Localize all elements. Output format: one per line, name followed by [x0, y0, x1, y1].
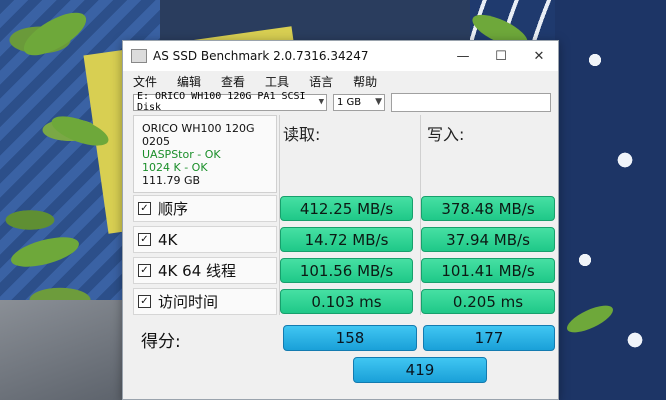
drive-select-value: E: ORICO WH100 120G PA1 SCSI Disk	[137, 91, 306, 113]
as-ssd-window: AS SSD Benchmark 2.0.7316.34247 — ☐ ✕ 文件…	[122, 40, 559, 400]
drive-capacity: 111.79 GB	[142, 174, 201, 187]
4k-read-value: 14.72 MB/s	[280, 227, 413, 252]
seq-write-value: 378.48 MB/s	[421, 196, 555, 221]
alignment-status: 1024 K - OK	[142, 161, 208, 174]
drive-firmware: 0205	[142, 135, 170, 148]
menu-file[interactable]: 文件	[133, 73, 157, 90]
minimize-button[interactable]: —	[444, 41, 482, 71]
drive-select[interactable]: E: ORICO WH100 120G PA1 SCSI Disk ▼	[133, 91, 327, 113]
title-bar[interactable]: AS SSD Benchmark 2.0.7316.34247 — ☐ ✕	[123, 41, 558, 71]
score-label: 得分:	[141, 332, 181, 352]
4k64-write-value: 101.41 MB/s	[421, 258, 555, 283]
close-button[interactable]: ✕	[520, 41, 558, 71]
seq-read-value: 412.25 MB/s	[280, 196, 413, 221]
row-4k-64[interactable]: ✓ 4K 64 线程	[133, 257, 277, 284]
menu-help[interactable]: 帮助	[353, 73, 377, 90]
menu-language[interactable]: 语言	[309, 73, 333, 90]
write-header: 写入:	[427, 125, 465, 144]
total-score: 419	[353, 357, 487, 383]
background-fabric-pattern	[555, 0, 666, 400]
row-label: 顺序	[158, 200, 189, 218]
4k-write-value: 37.94 MB/s	[421, 227, 555, 252]
menu-view[interactable]: 查看	[221, 73, 245, 90]
row-label: 4K 64 线程	[158, 262, 237, 280]
read-score: 158	[283, 325, 417, 351]
write-score: 177	[423, 325, 555, 351]
toolbar: E: ORICO WH100 120G PA1 SCSI Disk ▼ 1 GB…	[123, 91, 558, 113]
row-label: 访问时间	[158, 293, 219, 311]
drive-info: ORICO WH100 120G 0205 UASPStor - OK 1024…	[133, 115, 277, 193]
menu-tools[interactable]: 工具	[265, 73, 289, 90]
maximize-button[interactable]: ☐	[482, 41, 520, 71]
drive-model: ORICO WH100 120G	[142, 122, 255, 135]
row-label: 4K	[158, 230, 178, 249]
size-select[interactable]: 1 GB ▼	[333, 93, 385, 111]
checkbox-checked-icon[interactable]: ✓	[138, 295, 151, 308]
status-field	[391, 92, 551, 112]
4k64-read-value: 101.56 MB/s	[280, 258, 413, 283]
access-write-value: 0.205 ms	[421, 289, 555, 314]
menu-edit[interactable]: 编辑	[177, 73, 201, 90]
chevron-down-icon: ▼	[375, 96, 382, 107]
checkbox-checked-icon[interactable]: ✓	[138, 202, 151, 215]
chevron-down-icon: ▼	[318, 96, 324, 107]
row-access-time[interactable]: ✓ 访问时间	[133, 288, 277, 315]
row-4k[interactable]: ✓ 4K	[133, 226, 277, 253]
app-icon	[131, 49, 147, 63]
row-seq[interactable]: ✓ 顺序	[133, 195, 277, 222]
checkbox-checked-icon[interactable]: ✓	[138, 233, 151, 246]
results-panel: ORICO WH100 120G 0205 UASPStor - OK 1024…	[133, 115, 555, 395]
menu-bar: 文件 编辑 查看 工具 语言 帮助	[123, 71, 558, 91]
size-select-value: 1 GB	[337, 96, 362, 108]
window-title: AS SSD Benchmark 2.0.7316.34247	[153, 49, 369, 63]
driver-status: UASPStor - OK	[142, 148, 221, 161]
read-header: 读取:	[283, 125, 321, 144]
access-read-value: 0.103 ms	[280, 289, 413, 314]
checkbox-checked-icon[interactable]: ✓	[138, 264, 151, 277]
